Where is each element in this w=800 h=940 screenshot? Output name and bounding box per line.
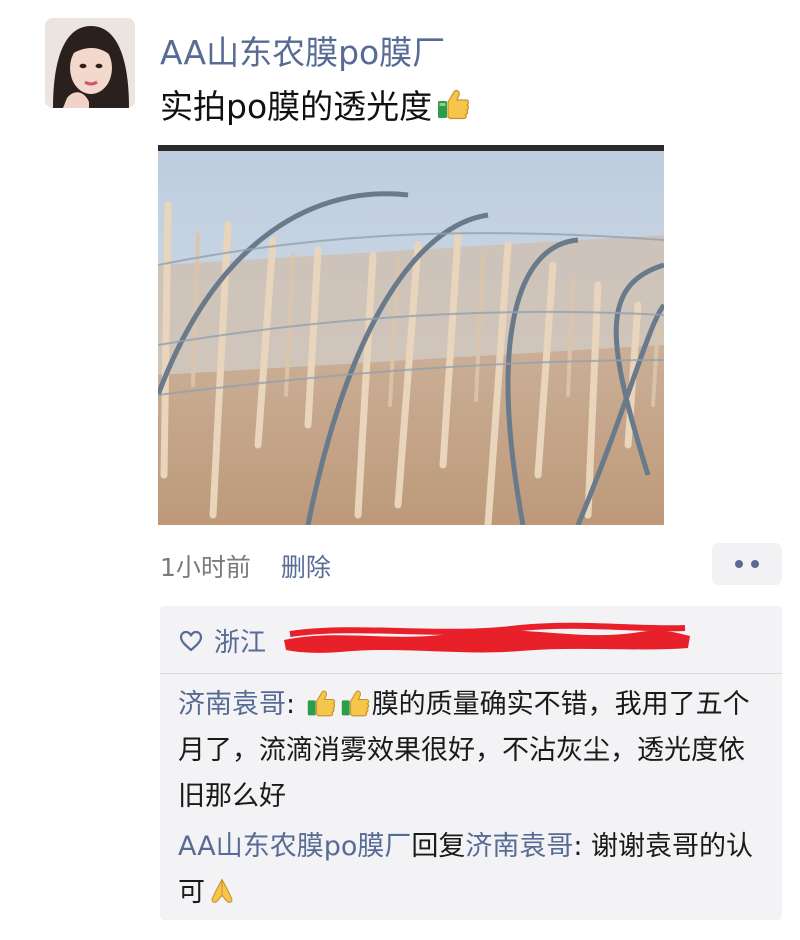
redaction-mark [284,622,690,653]
divider [160,673,782,674]
comment-separator: : [286,689,304,720]
post-author[interactable]: AA山东农膜po膜厂 [160,26,445,74]
comment-author[interactable]: 济南袁哥 [178,689,286,720]
comments-panel: 浙江 济南袁哥: 膜的质量确实不错，我用了五个月了，流滴消雾效果很好，不沾灰尘，… [160,606,782,920]
dot-icon [751,560,759,568]
post-meta: 1小时前 删除 [160,548,331,584]
avatar-image [45,18,135,108]
avatar[interactable] [45,18,135,108]
post-photo[interactable] [158,145,664,525]
like-user[interactable]: 浙江 [214,622,266,659]
comment-separator: : [573,831,592,862]
thumbs-up-icon [307,690,335,717]
delete-link[interactable]: 删除 [281,553,331,582]
reply-word: 回复 [411,831,466,862]
more-options-button[interactable] [712,543,782,585]
comment-item[interactable]: AA山东农膜po膜厂回复济南袁哥: 谢谢袁哥的认可 [178,824,768,916]
greenhouse-photo [158,145,664,525]
likes-row[interactable]: 浙江 [178,622,266,659]
thumbs-up-icon [438,89,470,120]
thumbs-up-icon [341,690,369,717]
heart-icon [179,630,203,651]
reply-target[interactable]: 济南袁哥 [465,831,573,862]
comment-author[interactable]: AA山东农膜po膜厂 [178,831,411,862]
praying-hands-icon [211,878,233,903]
post-time: 1小时前 [160,553,251,582]
comment-item[interactable]: 济南袁哥: 膜的质量确实不错，我用了五个月了，流滴消雾效果很好，不沾灰尘，透光度… [178,682,768,820]
post-caption: 实拍po膜的透光度 [160,80,470,128]
post-caption-text: 实拍po膜的透光度 [160,87,433,126]
dot-icon [735,560,743,568]
